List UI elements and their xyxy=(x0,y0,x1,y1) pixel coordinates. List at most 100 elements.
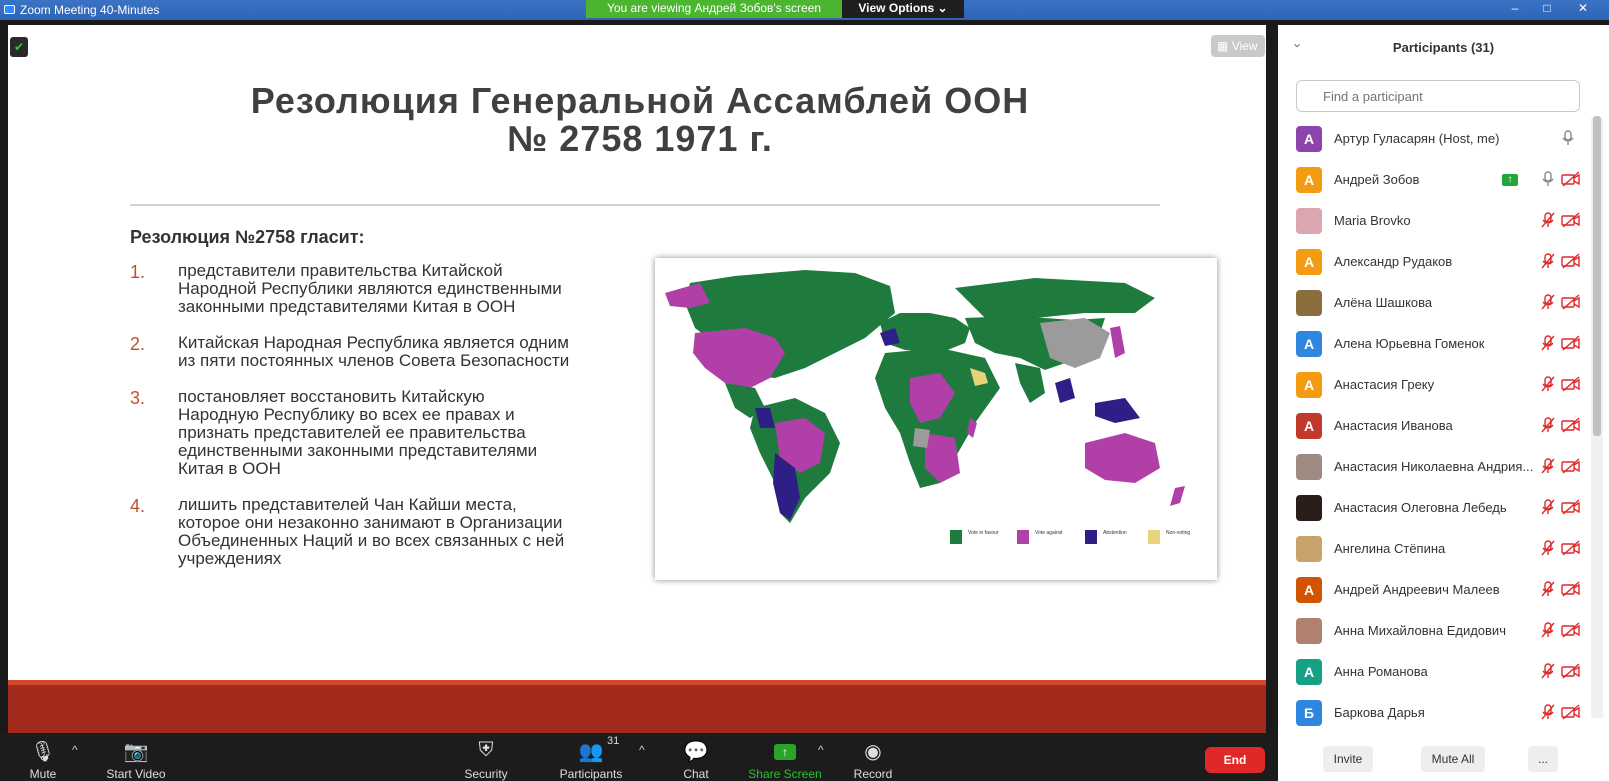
muted-microphone-icon[interactable] xyxy=(1541,499,1557,515)
participant-name: Анна Михайловна Едидович xyxy=(1334,623,1506,638)
participant-name: Анастасия Иванова xyxy=(1334,418,1453,433)
muted-microphone-icon[interactable] xyxy=(1541,417,1557,433)
muted-microphone-icon[interactable] xyxy=(1541,253,1557,269)
participant-row[interactable]: А Анастасия Греку xyxy=(1278,364,1590,405)
security-button[interactable]: ⛨ Security xyxy=(438,733,534,781)
video-off-icon[interactable] xyxy=(1561,663,1581,679)
video-off-icon[interactable] xyxy=(1561,499,1581,515)
maximize-button[interactable]: □ xyxy=(1532,0,1562,18)
avatar xyxy=(1296,208,1322,234)
sharing-indicator-icon: ↑ xyxy=(1502,174,1518,186)
record-button[interactable]: ◉ Record xyxy=(825,733,921,781)
participant-name: Александр Рудаков xyxy=(1334,254,1453,269)
microphone-icon[interactable] xyxy=(1561,130,1577,146)
legend-against-text: Vote against xyxy=(1035,530,1063,536)
video-off-icon[interactable] xyxy=(1561,581,1581,597)
participants-count: 31 xyxy=(607,735,620,747)
resolution-heading: Резолюция №2758 гласит: xyxy=(130,227,365,247)
chat-bubble-icon: 💬 xyxy=(683,741,709,763)
muted-microphone-icon[interactable] xyxy=(1541,581,1557,597)
muted-microphone-icon[interactable] xyxy=(1541,376,1557,392)
avatar: Б xyxy=(1296,700,1322,726)
participant-name: Анастасия Олеговна Лебедь xyxy=(1334,500,1507,515)
participant-row[interactable]: А Александр Рудаков xyxy=(1278,241,1590,282)
resolution-points: 1. представители правительства Китайской … xyxy=(130,262,570,586)
video-off-icon[interactable] xyxy=(1561,540,1581,556)
video-off-icon: 📷 xyxy=(123,741,149,763)
video-off-icon[interactable] xyxy=(1561,335,1581,351)
point-text: постановляет восстановить Китайскую Наро… xyxy=(178,387,538,478)
chat-button[interactable]: 💬 Chat xyxy=(648,733,744,781)
participant-row[interactable]: А Анастасия Иванова xyxy=(1278,405,1590,446)
participant-row[interactable]: Алёна Шашкова xyxy=(1278,282,1590,323)
muted-microphone-icon[interactable] xyxy=(1541,294,1557,310)
point-number: 3. xyxy=(130,388,146,408)
mute-button[interactable]: 🎙 Mute xyxy=(0,733,91,781)
point-text: Китайская Народная Республика является о… xyxy=(178,333,570,370)
video-off-icon[interactable] xyxy=(1561,212,1581,228)
view-button[interactable]: ▦ View xyxy=(1211,35,1265,57)
video-off-icon[interactable] xyxy=(1561,253,1581,269)
muted-microphone-icon[interactable] xyxy=(1541,458,1557,474)
point-number: 2. xyxy=(130,334,146,354)
participant-row[interactable]: Ангелина Стёпина xyxy=(1278,528,1590,569)
legend-abstention-text: Abstention xyxy=(1103,530,1127,536)
muted-microphone-icon[interactable] xyxy=(1541,335,1557,351)
participant-name: Ангелина Стёпина xyxy=(1334,541,1446,556)
participant-row[interactable]: А Андрей Андреевич Малеев xyxy=(1278,569,1590,610)
participant-name: Артур Гуласарян (Host, me) xyxy=(1334,131,1500,146)
avatar: А xyxy=(1296,331,1322,357)
avatar: А xyxy=(1296,659,1322,685)
start-video-label: Start Video xyxy=(106,767,166,781)
shield-icon[interactable]: ✔ xyxy=(10,37,28,57)
video-off-icon[interactable] xyxy=(1561,704,1581,720)
legend-nonvoting-text: Non-voting xyxy=(1166,530,1191,536)
audio-options-caret[interactable]: ^ xyxy=(72,743,78,757)
share-options-caret[interactable]: ^ xyxy=(818,743,824,757)
zoom-window: Zoom Meeting 40-Minutes – □ ✕ You are vi… xyxy=(0,0,1609,781)
close-button[interactable]: ✕ xyxy=(1565,0,1601,18)
participant-name: Анастасия Греку xyxy=(1334,377,1435,392)
point-number: 1. xyxy=(130,262,146,282)
participants-options-caret[interactable]: ^ xyxy=(639,743,645,757)
scrollbar-thumb[interactable] xyxy=(1593,116,1601,436)
video-off-icon[interactable] xyxy=(1561,622,1581,638)
minimize-button[interactable]: – xyxy=(1500,0,1530,18)
microphone-icon[interactable] xyxy=(1541,171,1557,187)
muted-microphone-icon[interactable] xyxy=(1541,212,1557,228)
participant-row[interactable]: Анастасия Олеговна Лебедь xyxy=(1278,487,1590,528)
video-off-icon[interactable] xyxy=(1561,294,1581,310)
video-off-icon[interactable] xyxy=(1561,458,1581,474)
share-screen-button[interactable]: ↑ Share Screen xyxy=(737,733,833,781)
mute-all-button[interactable]: Mute All xyxy=(1421,746,1485,772)
participant-row[interactable]: Б Баркова Дарья xyxy=(1278,692,1590,733)
panel-footer: Invite Mute All ... xyxy=(1278,736,1609,781)
participant-search-input[interactable] xyxy=(1296,80,1580,112)
participants-button[interactable]: 👥 31 Participants xyxy=(543,733,639,781)
video-off-icon[interactable] xyxy=(1561,417,1581,433)
invite-button[interactable]: Invite xyxy=(1323,746,1373,772)
muted-microphone-icon[interactable] xyxy=(1541,540,1557,556)
end-meeting-button[interactable]: End xyxy=(1205,747,1265,773)
muted-microphone-icon[interactable] xyxy=(1541,704,1557,720)
participant-row[interactable]: А Андрей Зобов ↑ xyxy=(1278,159,1590,200)
participant-row[interactable]: А Анна Романова xyxy=(1278,651,1590,692)
slide-title-line1: Резолюция Генеральной Ассамблей ООН xyxy=(250,80,1030,121)
list-item: 1. представители правительства Китайской … xyxy=(130,262,570,316)
video-off-icon[interactable] xyxy=(1561,376,1581,392)
participant-row[interactable]: А Артур Гуласарян (Host, me) xyxy=(1278,118,1590,159)
avatar: А xyxy=(1296,126,1322,152)
more-options-button[interactable]: ... xyxy=(1528,746,1558,772)
muted-microphone-icon[interactable] xyxy=(1541,663,1557,679)
participant-row[interactable]: Анастасия Николаевна Андрия... xyxy=(1278,446,1590,487)
participant-row[interactable]: Анна Михайловна Едидович xyxy=(1278,610,1590,651)
people-icon: 👥 xyxy=(578,741,604,763)
participant-row[interactable]: Maria Brovko xyxy=(1278,200,1590,241)
participant-row[interactable]: А Алена Юрьевна Гоменок xyxy=(1278,323,1590,364)
view-options-button[interactable]: View Options ⌄ xyxy=(842,0,964,18)
video-off-icon[interactable] xyxy=(1561,171,1581,187)
participant-name: Алена Юрьевна Гоменок xyxy=(1334,336,1485,351)
participant-name: Анна Романова xyxy=(1334,664,1428,679)
muted-microphone-icon[interactable] xyxy=(1541,622,1557,638)
start-video-button[interactable]: 📷 Start Video xyxy=(88,733,184,781)
